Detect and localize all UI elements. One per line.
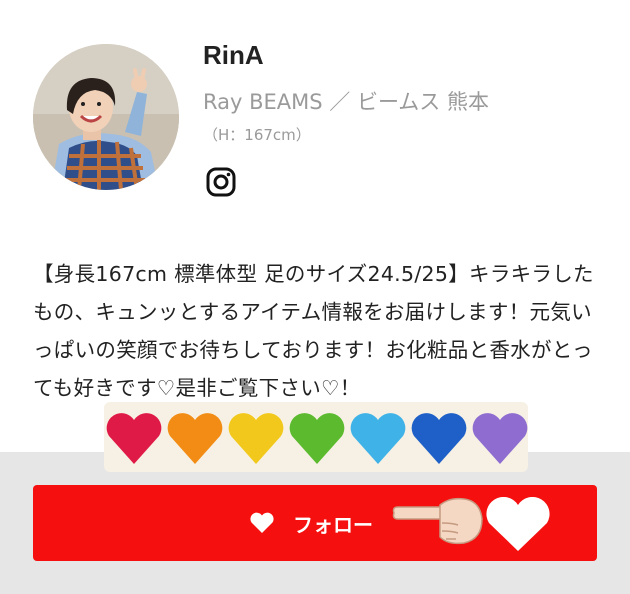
- pointing-hand-icon: [392, 497, 483, 545]
- heart-icon: [486, 497, 550, 551]
- rainbow-heart: [167, 413, 223, 464]
- profile-name: RinA: [203, 40, 264, 70]
- rainbow-heart: [350, 413, 406, 464]
- rainbow-heart: [411, 413, 467, 464]
- rainbow-heart: [472, 413, 528, 464]
- heart-icon: [250, 512, 274, 533]
- profile-bio: 【身長167cm 標準体型 足のサイズ24.5/25】キラキラしたもの、キュンッ…: [33, 262, 594, 400]
- instagram-icon[interactable]: [206, 167, 236, 197]
- rainbow-heart: [228, 413, 284, 464]
- follow-button-label: フォロー: [293, 513, 373, 537]
- shop-name[interactable]: Ray BEAMS ／ ビームス 熊本: [203, 86, 489, 116]
- rainbow-heart: [106, 413, 162, 464]
- height-info: （H：167cm）: [203, 126, 311, 144]
- rainbow-heart: [289, 413, 345, 464]
- rainbow-hearts-decoration: [104, 402, 528, 472]
- avatar[interactable]: [33, 44, 179, 190]
- follow-button[interactable]: フォロー: [33, 485, 597, 561]
